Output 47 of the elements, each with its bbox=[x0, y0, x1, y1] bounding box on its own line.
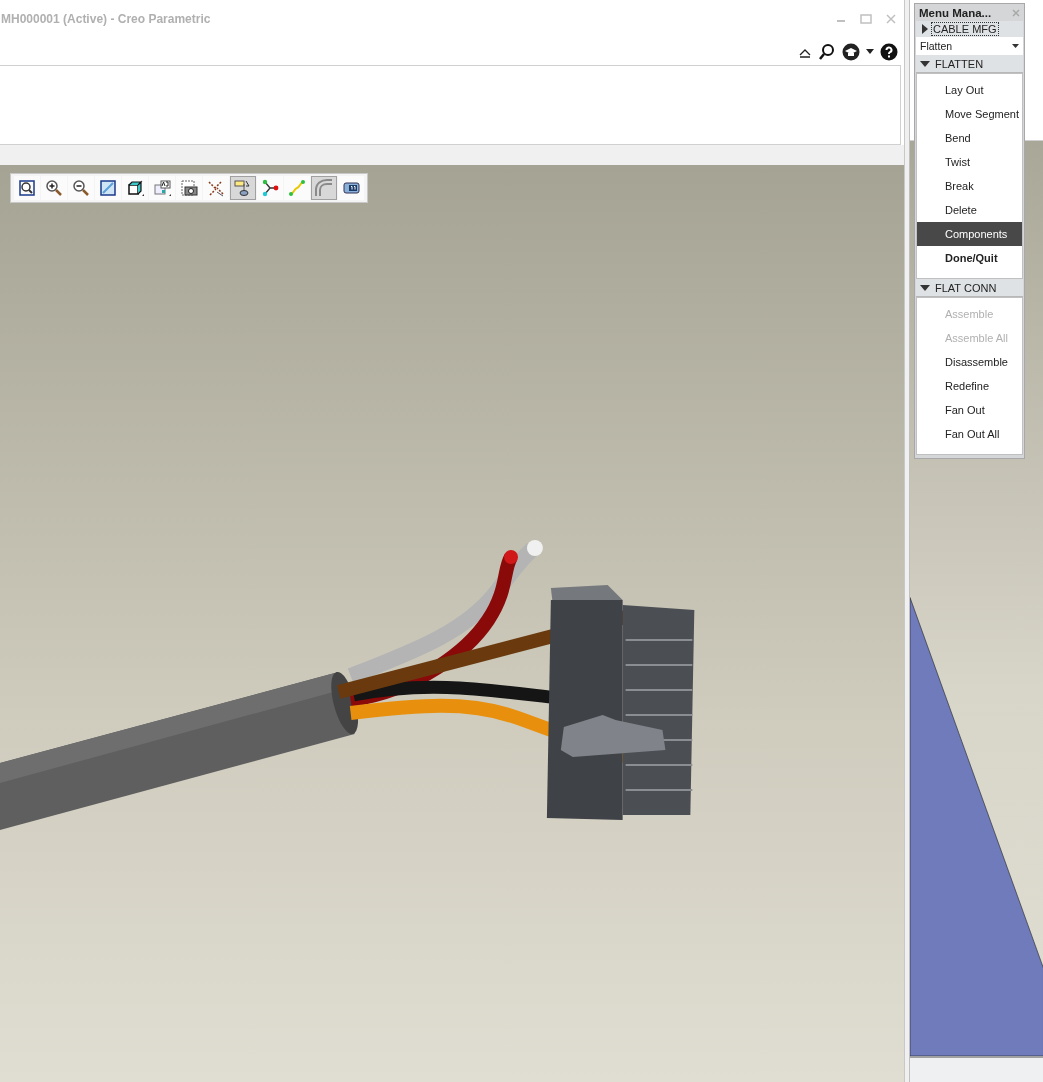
caret-icon bbox=[1012, 44, 1019, 48]
graduation-cap-icon[interactable] bbox=[841, 42, 860, 61]
saved-views-button[interactable] bbox=[149, 176, 175, 200]
menu-item[interactable]: Lay Out bbox=[917, 78, 1022, 102]
window-title: MH000001 (Active) - Creo Parametric bbox=[1, 12, 211, 26]
menu-item[interactable]: Bend bbox=[917, 126, 1022, 150]
zoom-in-icon bbox=[44, 178, 64, 198]
path-icon bbox=[287, 178, 307, 198]
section-header[interactable]: FLAT CONN bbox=[916, 279, 1023, 297]
menu-item[interactable]: Disassemble bbox=[917, 350, 1022, 374]
camera-button[interactable] bbox=[176, 176, 202, 200]
menu-path[interactable]: CABLE MFG bbox=[931, 22, 999, 36]
cube-button[interactable] bbox=[122, 176, 148, 200]
cube-icon bbox=[125, 178, 145, 198]
annotation-icon bbox=[233, 178, 253, 198]
help-icon[interactable] bbox=[879, 42, 898, 61]
refit-icon bbox=[17, 178, 37, 198]
cable-icon bbox=[314, 178, 334, 198]
expand-arrow-icon[interactable] bbox=[922, 24, 928, 34]
panel-title: Menu Mana... bbox=[919, 7, 992, 19]
menu-item[interactable]: Twist bbox=[917, 150, 1022, 174]
menu-item[interactable]: Move Segment bbox=[917, 102, 1022, 126]
menu-item[interactable]: Redefine bbox=[917, 374, 1022, 398]
menu-item[interactable]: Components bbox=[917, 222, 1022, 246]
repaint-button[interactable] bbox=[95, 176, 121, 200]
camera-icon bbox=[179, 178, 199, 198]
menu-dropdown[interactable]: Flatten bbox=[916, 37, 1023, 55]
saved-views-icon bbox=[152, 178, 172, 198]
search-icon[interactable] bbox=[817, 42, 836, 61]
menu-item[interactable]: Fan Out All bbox=[917, 422, 1022, 446]
zoom-out-icon bbox=[71, 178, 91, 198]
datum-icon bbox=[206, 178, 226, 198]
menu-item[interactable]: Break bbox=[917, 174, 1022, 198]
menu-item[interactable]: Done/Quit bbox=[917, 246, 1022, 270]
network-icon bbox=[260, 178, 280, 198]
zoom-in-button[interactable] bbox=[41, 176, 67, 200]
refit-button[interactable] bbox=[14, 176, 40, 200]
network-button[interactable] bbox=[257, 176, 283, 200]
spool-button[interactable] bbox=[338, 176, 364, 200]
zoom-out-button[interactable] bbox=[68, 176, 94, 200]
menu-item[interactable]: Fan Out bbox=[917, 398, 1022, 422]
annotation-button[interactable] bbox=[230, 176, 256, 200]
datum-button[interactable] bbox=[203, 176, 229, 200]
section-header[interactable]: FLATTEN bbox=[916, 55, 1023, 73]
menu-item[interactable]: Delete bbox=[917, 198, 1022, 222]
caret-icon[interactable] bbox=[865, 48, 874, 55]
repaint-icon bbox=[98, 178, 118, 198]
